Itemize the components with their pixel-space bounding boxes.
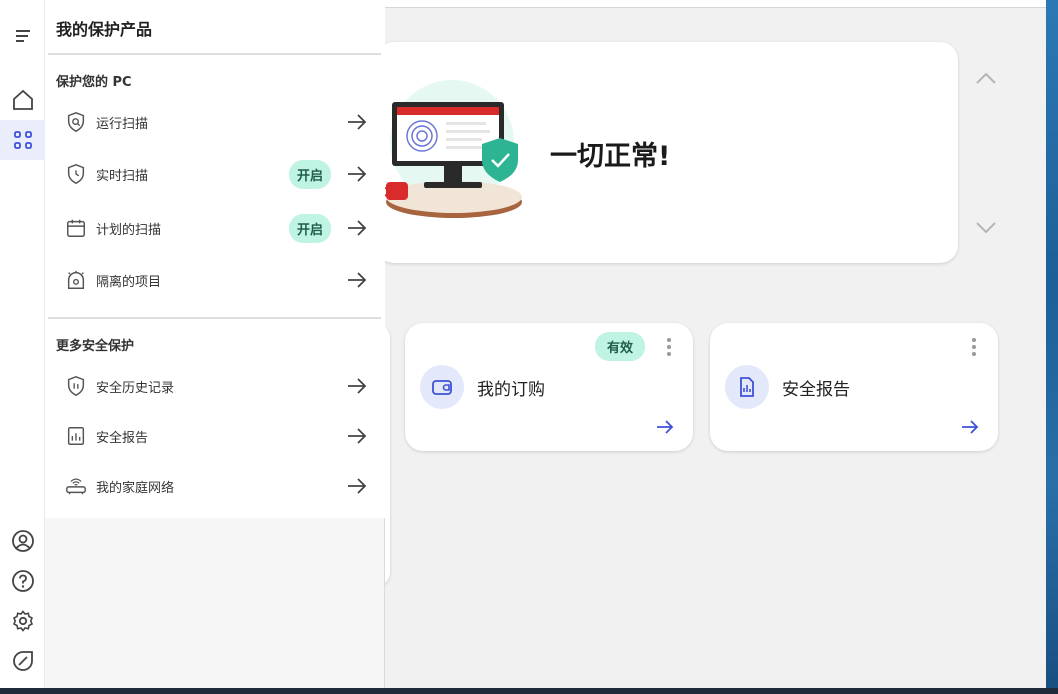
arrow-right-icon xyxy=(348,166,367,182)
menu-item-home-network[interactable]: 我的家庭网络 xyxy=(57,466,373,506)
calendar-icon xyxy=(64,216,88,240)
clock-shield-icon xyxy=(64,162,88,186)
menu-item-label: 隔离的项目 xyxy=(96,274,162,290)
apps-grid-icon xyxy=(13,131,32,149)
report-icon xyxy=(725,365,769,409)
report-icon xyxy=(64,424,88,448)
scan-shield-icon xyxy=(64,110,88,134)
arrow-right-icon xyxy=(348,428,367,444)
menu-item-security-report[interactable]: 安全报告 xyxy=(57,416,373,456)
chevron-down-icon[interactable] xyxy=(974,218,998,238)
flyout-content: 我的保护产品 保护您的 PC 运行扫描 实时扫描 开启 计划的扫描 开启 隔离的… xyxy=(45,0,385,518)
menu-item-security-history[interactable]: 安全历史记录 xyxy=(57,366,373,406)
menu-item-label: 运行扫描 xyxy=(96,116,149,132)
security-report-card[interactable]: 安全报告 xyxy=(710,323,998,451)
home-button[interactable] xyxy=(0,80,45,120)
status-badge: 有效 xyxy=(595,332,646,361)
menu-icon xyxy=(15,30,30,42)
menu-item-run-scan[interactable]: 运行扫描 xyxy=(57,102,373,142)
apps-button[interactable] xyxy=(0,120,45,160)
settings-button[interactable] xyxy=(0,601,45,641)
feedback-icon xyxy=(12,651,33,671)
arrow-right-icon[interactable] xyxy=(960,419,980,435)
history-shield-icon xyxy=(64,374,88,398)
desktop-background-strip xyxy=(1046,0,1058,694)
more-options-icon[interactable] xyxy=(665,337,673,357)
card-title: 安全报告 xyxy=(782,380,850,400)
quarantine-icon xyxy=(64,268,88,292)
arrow-right-icon xyxy=(348,478,367,494)
subscription-card[interactable]: 有效 我的订购 xyxy=(405,323,693,451)
divider xyxy=(48,317,381,319)
arrow-right-icon xyxy=(348,220,367,236)
section-title-protect-pc: 保护您的 PC xyxy=(56,75,132,90)
status-badge: 开启 xyxy=(288,213,331,243)
home-icon xyxy=(12,89,33,110)
menu-item-label: 我的家庭网络 xyxy=(96,480,175,496)
status-badge: 开启 xyxy=(288,159,331,189)
menu-item-label: 实时扫描 xyxy=(96,168,149,184)
help-button[interactable] xyxy=(0,561,45,601)
card-title: 我的订购 xyxy=(477,380,545,400)
menu-item-label: 安全报告 xyxy=(96,430,149,446)
menu-item-label: 安全历史记录 xyxy=(96,380,175,396)
feedback-button[interactable] xyxy=(0,641,45,681)
menu-item-realtime-scan[interactable]: 实时扫描 开启 xyxy=(57,154,373,194)
subscription-icon xyxy=(420,365,464,409)
menu-item-label: 计划的扫描 xyxy=(96,222,162,238)
arrow-right-icon xyxy=(348,114,367,130)
account-button[interactable] xyxy=(0,521,45,561)
section-title-more-security: 更多安全保护 xyxy=(56,339,135,354)
status-hero-card: 一切正常! xyxy=(376,42,958,263)
flyout-title: 我的保护产品 xyxy=(56,20,153,39)
title-bar-edge xyxy=(384,0,1046,8)
menu-button[interactable] xyxy=(0,16,45,56)
arrow-right-icon xyxy=(348,272,367,288)
account-icon xyxy=(11,530,34,552)
help-icon xyxy=(11,570,34,592)
pc-protected-illustration xyxy=(384,80,522,218)
arrow-right-icon[interactable] xyxy=(655,419,675,435)
protection-flyout: 我的保护产品 保护您的 PC 运行扫描 实时扫描 开启 计划的扫描 开启 隔离的… xyxy=(45,0,385,688)
menu-item-quarantine[interactable]: 隔离的项目 xyxy=(57,260,373,300)
taskbar-edge xyxy=(0,688,1058,694)
status-headline: 一切正常! xyxy=(550,141,671,172)
arrow-right-icon xyxy=(348,378,367,394)
router-icon xyxy=(64,474,88,498)
app-window: 一切正常! 有效 我的订购 安全报告 我的保护产品 保护您的 PC 运行扫描 实… xyxy=(0,0,1046,688)
divider xyxy=(48,53,381,55)
more-options-icon[interactable] xyxy=(970,337,978,357)
nav-rail xyxy=(0,0,45,688)
settings-icon xyxy=(12,610,33,632)
menu-item-scheduled-scan[interactable]: 计划的扫描 开启 xyxy=(57,208,373,248)
chevron-up-icon[interactable] xyxy=(974,68,998,88)
